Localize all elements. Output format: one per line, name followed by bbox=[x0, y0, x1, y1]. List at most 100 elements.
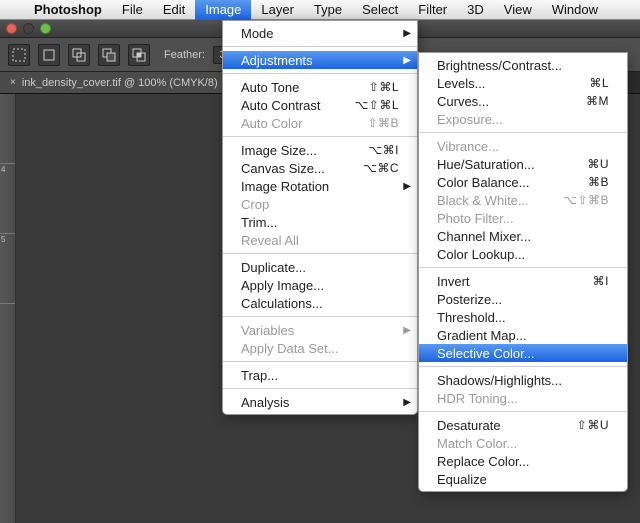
menu-item-label: Color Balance... bbox=[437, 175, 530, 190]
menu-item-label: Calculations... bbox=[241, 296, 323, 311]
image-menu-item[interactable]: Trap... bbox=[223, 366, 417, 384]
image-menu-item[interactable]: Duplicate... bbox=[223, 258, 417, 276]
image-menu: Mode▶Adjustments▶Auto Tone⇧⌘LAuto Contra… bbox=[222, 20, 418, 415]
adjustments-menu-item[interactable]: Channel Mixer... bbox=[419, 227, 627, 245]
marquee-add-icon[interactable] bbox=[68, 44, 90, 66]
menu-item-label: Image Rotation bbox=[241, 179, 329, 194]
menu-item-label: Threshold... bbox=[437, 310, 506, 325]
image-menu-separator bbox=[223, 361, 417, 362]
image-menu-separator bbox=[223, 73, 417, 74]
marquee-intersect-icon[interactable] bbox=[128, 44, 150, 66]
menu-item-label: Adjustments bbox=[241, 53, 313, 68]
menu-item-label: Gradient Map... bbox=[437, 328, 527, 343]
adjustments-menu-item[interactable]: Shadows/Highlights... bbox=[419, 371, 627, 389]
menu-item-label: Trap... bbox=[241, 368, 278, 383]
adjustments-menu-separator bbox=[419, 132, 627, 133]
menu-item-label: Shadows/Highlights... bbox=[437, 373, 562, 388]
menu-item-shortcut: ⌥⇧⌘B bbox=[563, 193, 609, 207]
adjustments-menu-item[interactable]: Desaturate⇧⌘U bbox=[419, 416, 627, 434]
menubar-type[interactable]: Type bbox=[304, 0, 352, 20]
menubar-view[interactable]: View bbox=[494, 0, 542, 20]
menu-item-label: Trim... bbox=[241, 215, 277, 230]
adjustments-menu-item[interactable]: Brightness/Contrast... bbox=[419, 56, 627, 74]
adjustments-menu-item[interactable]: Equalize bbox=[419, 470, 627, 488]
image-menu-item[interactable]: Auto Contrast ⌥⇧⌘L bbox=[223, 96, 417, 114]
adjustments-menu-item[interactable]: Invert⌘I bbox=[419, 272, 627, 290]
adjustments-menu-separator bbox=[419, 366, 627, 367]
window-minimize-icon[interactable] bbox=[23, 23, 34, 34]
image-menu-item[interactable]: Image Rotation ▶ bbox=[223, 177, 417, 195]
menubar-app[interactable]: Photoshop bbox=[24, 0, 112, 20]
menu-item-label: Auto Contrast bbox=[241, 98, 321, 113]
menu-item-label: Vibrance... bbox=[437, 139, 499, 154]
menubar-file[interactable]: File bbox=[112, 0, 153, 20]
adjustments-menu-item: Exposure... bbox=[419, 110, 627, 128]
menu-item-label: Duplicate... bbox=[241, 260, 306, 275]
image-menu-item[interactable]: Canvas Size...⌥⌘C bbox=[223, 159, 417, 177]
menu-item-shortcut: ⌘M bbox=[586, 94, 609, 108]
adjustments-menu-item[interactable]: Hue/Saturation...⌘U bbox=[419, 155, 627, 173]
image-menu-item[interactable]: Analysis▶ bbox=[223, 393, 417, 411]
submenu-arrow-icon: ▶ bbox=[403, 181, 411, 192]
adjustments-menu-item[interactable]: Selective Color... bbox=[419, 344, 627, 362]
marquee-rect-icon[interactable] bbox=[38, 44, 60, 66]
menu-item-shortcut: ⇧⌘L bbox=[369, 80, 399, 94]
menu-item-label: Posterize... bbox=[437, 292, 502, 307]
image-menu-item[interactable]: Image Size...⌥⌘I bbox=[223, 141, 417, 159]
ruler-tick: 4 bbox=[1, 165, 5, 174]
menu-item-label: Channel Mixer... bbox=[437, 229, 531, 244]
menubar-select[interactable]: Select bbox=[352, 0, 408, 20]
menubar-edit[interactable]: Edit bbox=[153, 0, 195, 20]
menu-item-shortcut: ⌘U bbox=[587, 157, 609, 171]
menubar-window[interactable]: Window bbox=[542, 0, 608, 20]
adjustments-menu-item[interactable]: Color Lookup... bbox=[419, 245, 627, 263]
marquee-subtract-icon[interactable] bbox=[98, 44, 120, 66]
adjustments-menu-item[interactable]: Levels...⌘L bbox=[419, 74, 627, 92]
menu-item-shortcut: ⌘L bbox=[589, 76, 609, 90]
vertical-ruler[interactable]: 4 5 bbox=[0, 94, 16, 523]
ruler-tick: 5 bbox=[1, 235, 5, 244]
menu-item-label: Reveal All bbox=[241, 233, 299, 248]
adjustments-menu-item: Vibrance... bbox=[419, 137, 627, 155]
menubar-layer[interactable]: Layer bbox=[251, 0, 304, 20]
adjustments-menu-item[interactable]: Posterize... bbox=[419, 290, 627, 308]
adjustments-menu-item[interactable]: Curves...⌘M bbox=[419, 92, 627, 110]
image-menu-item[interactable]: Auto Tone⇧⌘L bbox=[223, 78, 417, 96]
menu-item-shortcut: ⌥⌘C bbox=[363, 161, 399, 175]
adjustments-submenu: Brightness/Contrast...Levels...⌘LCurves.… bbox=[418, 52, 628, 492]
window-close-icon[interactable] bbox=[6, 23, 17, 34]
image-menu-item[interactable]: Calculations... bbox=[223, 294, 417, 312]
menu-item-shortcut: ⌥⌘I bbox=[368, 143, 399, 157]
image-menu-item[interactable]: Trim... bbox=[223, 213, 417, 231]
menu-item-label: Apply Data Set... bbox=[241, 341, 339, 356]
adjustments-menu-separator bbox=[419, 267, 627, 268]
document-tab[interactable]: × ink_density_cover.tif @ 100% (CMYK/8) bbox=[0, 72, 229, 93]
menu-item-shortcut: ⌥⇧⌘L bbox=[354, 98, 399, 112]
image-menu-item[interactable]: Apply Image... bbox=[223, 276, 417, 294]
adjustments-menu-item[interactable]: Color Balance...⌘B bbox=[419, 173, 627, 191]
menubar-image[interactable]: Image bbox=[195, 0, 251, 20]
menu-item-label: Selective Color... bbox=[437, 346, 535, 361]
feather-label: Feather: bbox=[164, 49, 205, 61]
menubar-3d[interactable]: 3D bbox=[457, 0, 494, 20]
image-menu-separator bbox=[223, 316, 417, 317]
menu-item-label: Crop bbox=[241, 197, 269, 212]
adjustments-menu-item[interactable]: Replace Color... bbox=[419, 452, 627, 470]
window-zoom-icon[interactable] bbox=[40, 23, 51, 34]
menu-item-label: Auto Color bbox=[241, 116, 302, 131]
adjustments-menu-separator bbox=[419, 411, 627, 412]
close-icon[interactable]: × bbox=[10, 77, 16, 88]
image-menu-item[interactable]: Adjustments▶ bbox=[223, 51, 417, 69]
menu-item-label: Apply Image... bbox=[241, 278, 324, 293]
image-menu-item[interactable]: Mode▶ bbox=[223, 24, 417, 42]
menubar-filter[interactable]: Filter bbox=[408, 0, 457, 20]
adjustments-menu-item: Photo Filter... bbox=[419, 209, 627, 227]
menu-item-label: Color Lookup... bbox=[437, 247, 525, 262]
mac-menubar: Photoshop File Edit Image Layer Type Sel… bbox=[0, 0, 640, 20]
menu-item-shortcut: ⇧⌘U bbox=[577, 418, 609, 432]
image-menu-separator bbox=[223, 136, 417, 137]
marquee-tool-icon[interactable] bbox=[8, 44, 30, 66]
adjustments-menu-item[interactable]: Gradient Map... bbox=[419, 326, 627, 344]
menu-item-label: Photo Filter... bbox=[437, 211, 514, 226]
adjustments-menu-item[interactable]: Threshold... bbox=[419, 308, 627, 326]
